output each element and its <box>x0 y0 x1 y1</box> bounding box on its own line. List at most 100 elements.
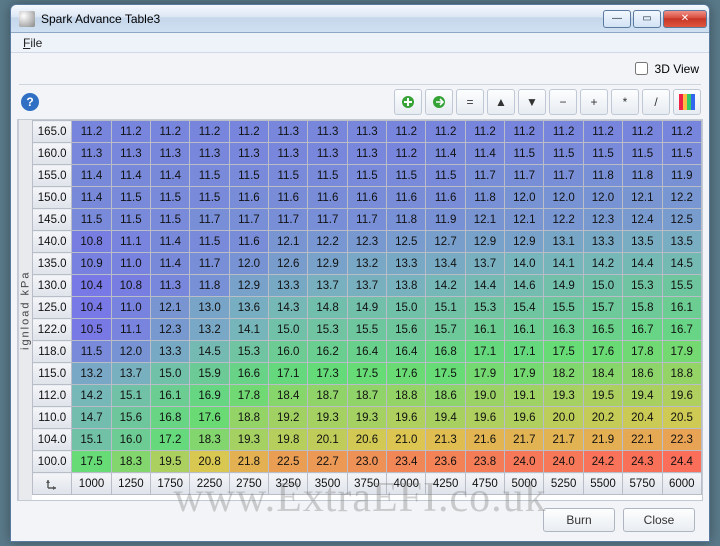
minus-icon[interactable]: − <box>549 89 577 115</box>
table-cell[interactable]: 19.6 <box>465 407 504 429</box>
table-cell[interactable]: 13.5 <box>662 231 702 253</box>
table-cell[interactable]: 14.5 <box>190 341 229 363</box>
table-cell[interactable]: 17.5 <box>72 451 111 473</box>
table-cell[interactable]: 21.3 <box>426 429 465 451</box>
table-cell[interactable]: 14.5 <box>662 253 702 275</box>
table-cell[interactable]: 11.2 <box>151 121 190 143</box>
table-cell[interactable]: 18.7 <box>308 385 347 407</box>
table-cell[interactable]: 10.4 <box>72 275 111 297</box>
table-cell[interactable]: 11.7 <box>465 165 504 187</box>
table-cell[interactable]: 11.2 <box>387 143 426 165</box>
table-cell[interactable]: 11.2 <box>544 121 583 143</box>
table-cell[interactable]: 18.8 <box>662 363 702 385</box>
multiply-icon[interactable]: * <box>611 89 639 115</box>
table-cell[interactable]: 10.8 <box>111 275 150 297</box>
table-cell[interactable]: 23.6 <box>426 451 465 473</box>
table-cell[interactable]: 13.2 <box>72 363 111 385</box>
table-cell[interactable]: 11.3 <box>347 143 386 165</box>
table-cell[interactable]: 15.3 <box>229 341 268 363</box>
table-cell[interactable]: 19.0 <box>465 385 504 407</box>
table-cell[interactable]: 20.2 <box>583 407 622 429</box>
table-cell[interactable]: 10.4 <box>72 297 111 319</box>
table-cell[interactable]: 11.7 <box>308 209 347 231</box>
table-cell[interactable]: 11.7 <box>505 165 544 187</box>
table-cell[interactable]: 18.8 <box>387 385 426 407</box>
table-cell[interactable]: 23.0 <box>347 451 386 473</box>
table-cell[interactable]: 22.1 <box>623 429 662 451</box>
maximize-button[interactable]: ▭ <box>633 10 661 28</box>
col-header[interactable]: 3500 <box>308 473 347 495</box>
menu-file[interactable]: File <box>17 35 48 51</box>
row-header[interactable]: 140.0 <box>33 231 72 253</box>
table-cell[interactable]: 16.1 <box>505 319 544 341</box>
table-cell[interactable]: 13.5 <box>623 231 662 253</box>
table-cell[interactable]: 11.2 <box>229 121 268 143</box>
table-cell[interactable]: 15.9 <box>190 363 229 385</box>
table-cell[interactable]: 13.8 <box>387 275 426 297</box>
table-cell[interactable]: 12.1 <box>505 209 544 231</box>
table-cell[interactable]: 19.3 <box>229 429 268 451</box>
up-icon[interactable]: ▲ <box>487 89 515 115</box>
table-cell[interactable]: 11.2 <box>623 121 662 143</box>
table-cell[interactable]: 17.5 <box>426 363 465 385</box>
table-cell[interactable]: 11.3 <box>308 121 347 143</box>
table-cell[interactable]: 19.5 <box>583 385 622 407</box>
table-cell[interactable]: 15.6 <box>387 319 426 341</box>
table-cell[interactable]: 11.8 <box>190 275 229 297</box>
table-cell[interactable]: 11.4 <box>72 165 111 187</box>
table-cell[interactable]: 24.0 <box>544 451 583 473</box>
divide-icon[interactable]: / <box>642 89 670 115</box>
table-cell[interactable]: 13.3 <box>583 231 622 253</box>
table-cell[interactable]: 15.3 <box>623 275 662 297</box>
table-cell[interactable]: 17.2 <box>151 429 190 451</box>
table-cell[interactable]: 10.8 <box>72 231 111 253</box>
table-cell[interactable]: 19.3 <box>347 407 386 429</box>
table-cell[interactable]: 14.3 <box>269 297 308 319</box>
add-green-icon[interactable] <box>394 89 422 115</box>
table-cell[interactable]: 12.4 <box>623 209 662 231</box>
col-header[interactable]: 1250 <box>111 473 150 495</box>
table-cell[interactable]: 11.6 <box>269 187 308 209</box>
table-cell[interactable]: 14.2 <box>72 385 111 407</box>
table-cell[interactable]: 15.0 <box>151 363 190 385</box>
table-cell[interactable]: 16.1 <box>662 297 702 319</box>
table-cell[interactable]: 11.0 <box>111 297 150 319</box>
table-cell[interactable]: 10.5 <box>72 319 111 341</box>
table-cell[interactable]: 12.0 <box>229 253 268 275</box>
table-cell[interactable]: 15.5 <box>662 275 702 297</box>
table-cell[interactable]: 11.4 <box>426 143 465 165</box>
table-cell[interactable]: 11.2 <box>72 121 111 143</box>
table-cell[interactable]: 11.5 <box>111 187 150 209</box>
table-cell[interactable]: 13.2 <box>347 253 386 275</box>
table-cell[interactable]: 12.3 <box>347 231 386 253</box>
table-cell[interactable]: 15.5 <box>347 319 386 341</box>
shift-green-icon[interactable] <box>425 89 453 115</box>
table-cell[interactable]: 11.3 <box>151 275 190 297</box>
table-cell[interactable]: 12.5 <box>387 231 426 253</box>
table-cell[interactable]: 17.3 <box>308 363 347 385</box>
col-header[interactable]: 4000 <box>387 473 426 495</box>
table-cell[interactable]: 16.1 <box>465 319 504 341</box>
table-cell[interactable]: 15.3 <box>308 319 347 341</box>
table-cell[interactable]: 12.9 <box>505 231 544 253</box>
table-cell[interactable]: 12.7 <box>426 231 465 253</box>
table-cell[interactable]: 13.7 <box>347 275 386 297</box>
table-cell[interactable]: 11.2 <box>111 121 150 143</box>
row-header[interactable]: 122.0 <box>33 319 72 341</box>
table-cell[interactable]: 11.7 <box>347 209 386 231</box>
table-cell[interactable]: 16.4 <box>347 341 386 363</box>
table-cell[interactable]: 11.3 <box>269 121 308 143</box>
table-cell[interactable]: 17.6 <box>190 407 229 429</box>
titlebar[interactable]: Spark Advance Table3 — ▭ ✕ <box>11 5 709 33</box>
table-cell[interactable]: 14.4 <box>465 275 504 297</box>
table-cell[interactable]: 18.3 <box>111 451 150 473</box>
table-cell[interactable]: 13.6 <box>229 297 268 319</box>
table-cell[interactable]: 19.5 <box>151 451 190 473</box>
table-cell[interactable]: 11.4 <box>465 143 504 165</box>
table-cell[interactable]: 11.2 <box>426 121 465 143</box>
col-header[interactable]: 5500 <box>583 473 622 495</box>
table-cell[interactable]: 14.1 <box>544 253 583 275</box>
table-cell[interactable]: 15.0 <box>583 275 622 297</box>
table-cell[interactable]: 11.4 <box>72 187 111 209</box>
row-header[interactable]: 150.0 <box>33 187 72 209</box>
